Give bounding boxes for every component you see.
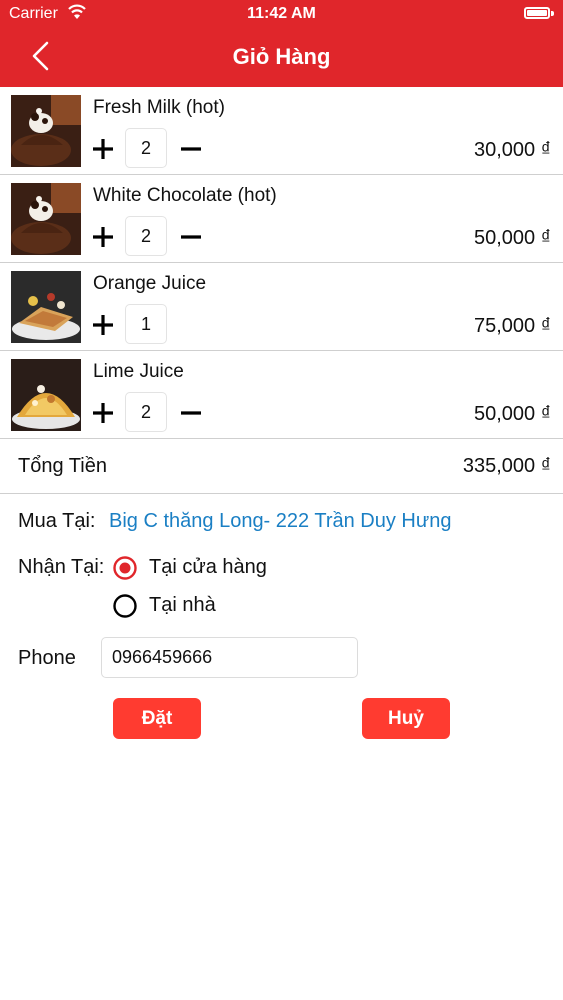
product-image: [11, 271, 81, 343]
page-title: Giỏ Hàng: [232, 44, 331, 69]
quantity-field[interactable]: 2: [125, 392, 167, 432]
submit-order-button[interactable]: Đặt: [113, 698, 201, 739]
product-image: [11, 183, 81, 255]
cancel-button[interactable]: Huỷ: [362, 698, 450, 739]
minus-icon[interactable]: [179, 225, 203, 249]
item-price: 50,000 ₫: [474, 227, 551, 249]
quantity-field[interactable]: 1: [125, 304, 167, 344]
minus-icon[interactable]: [179, 137, 203, 161]
item-name: Orange Juice: [93, 273, 207, 294]
item-name: Lime Juice: [93, 361, 184, 382]
item-price: 30,000 ₫: [474, 139, 551, 161]
cart-item-fresh-milk: Fresh Milk (hot) 2 30,000 ₫: [0, 87, 563, 175]
battery-icon: [524, 7, 550, 19]
total-value: 335,000 ₫: [462, 455, 551, 477]
receive-at-label: Nhận Tại:: [18, 556, 105, 578]
battery-cap: [551, 11, 554, 16]
phone-input[interactable]: [101, 637, 358, 678]
buy-at-label: Mua Tại:: [18, 510, 96, 532]
quantity-field[interactable]: 2: [125, 128, 167, 168]
quantity-field[interactable]: 2: [125, 216, 167, 256]
plus-icon[interactable]: [91, 401, 115, 425]
status-bar: Carrier 11:42 AM: [0, 0, 563, 30]
item-price: 50,000 ₫: [474, 403, 551, 425]
plus-icon[interactable]: [91, 137, 115, 161]
store-link[interactable]: Big C thăng Long- 222 Trần Duy Hưng: [109, 510, 451, 533]
nav-header: Carrier 11:42 AM Giỏ Hàng: [0, 0, 563, 87]
cart-item-lime-juice: Lime Juice 2 50,000 ₫: [0, 351, 563, 439]
plus-icon[interactable]: [91, 225, 115, 249]
radio-at-home-label: Tại nhà: [149, 594, 216, 616]
product-image: [11, 95, 81, 167]
minus-icon[interactable]: [179, 401, 203, 425]
phone-label: Phone: [18, 647, 76, 669]
total-label: Tổng Tiền: [18, 455, 107, 477]
status-time: 11:42 AM: [247, 5, 316, 22]
item-name: White Chocolate (hot): [93, 185, 277, 206]
cart-item-white-chocolate: White Chocolate (hot) 2 50,000 ₫: [0, 175, 563, 263]
plus-icon[interactable]: [91, 313, 115, 337]
radio-in-store-label: Tại cửa hàng: [149, 556, 267, 578]
cart-item-orange-juice: Orange Juice 1 75,000 ₫: [0, 263, 563, 351]
product-image: [11, 359, 81, 431]
item-name: Fresh Milk (hot): [93, 97, 225, 118]
item-price: 75,000 ₫: [474, 315, 551, 337]
radio-in-store[interactable]: [113, 556, 137, 580]
radio-at-home[interactable]: [113, 594, 137, 618]
cart-total-row: Tổng Tiền 335,000 ₫: [0, 440, 563, 494]
